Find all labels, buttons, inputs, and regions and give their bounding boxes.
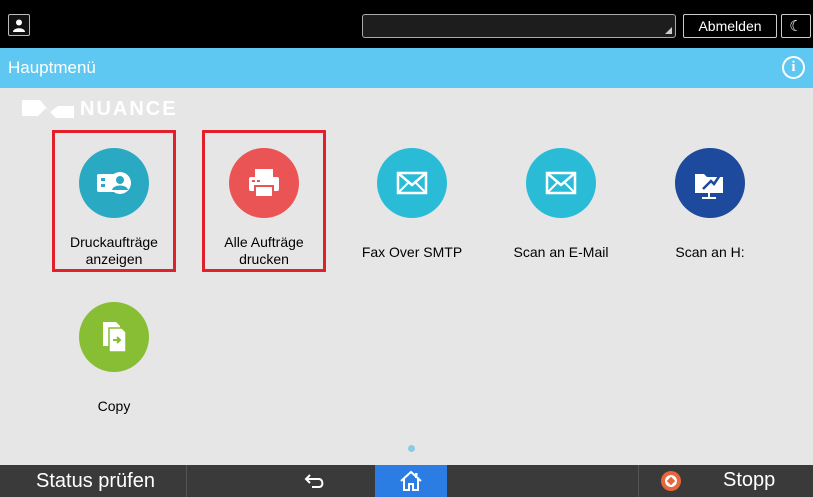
nuance-logo: NUANCE: [20, 94, 178, 124]
app-icon-circle: [377, 148, 447, 218]
app-label-line1: Scan an E-Mail: [513, 244, 609, 260]
home-button[interactable]: [375, 465, 447, 497]
app-label-line2: anzeigen: [85, 251, 143, 267]
home-icon: [400, 470, 422, 491]
app-icon-circle: [79, 302, 149, 372]
back-button[interactable]: [270, 465, 360, 497]
stop-label: Stopp: [723, 469, 776, 491]
app-icon-circle: [526, 148, 596, 218]
app-label-line1: Alle Aufträge: [224, 234, 304, 250]
app-scan-an-h[interactable]: Scan an H:: [650, 148, 770, 261]
page-title: Hauptmenü: [8, 58, 96, 77]
app-label: Fax Over SMTP: [352, 244, 472, 261]
app-label: Alle Aufträge drucken: [204, 234, 324, 268]
expand-corner-icon: [665, 27, 672, 34]
top-bar: Abmelden ☾: [0, 0, 813, 48]
logo-text: NUANCE: [80, 97, 178, 120]
app-label: Scan an E-Mail: [501, 244, 621, 261]
crescent-moon-icon: ☾: [789, 18, 803, 35]
energy-saver-button[interactable]: ☾: [781, 14, 811, 38]
bottom-bar: Status prüfen Stopp: [0, 465, 813, 497]
page-indicator-dot: [408, 445, 415, 452]
logout-button[interactable]: Abmelden: [683, 14, 777, 38]
app-druckauftraege-anzeigen[interactable]: Druckaufträge anzeigen: [54, 148, 174, 268]
app-label-line1: Copy: [97, 398, 131, 414]
app-scan-an-email[interactable]: Scan an E-Mail: [501, 148, 621, 261]
envelope-icon: [396, 171, 428, 195]
stop-button[interactable]: Stopp: [638, 465, 813, 497]
copy-icon: [103, 322, 127, 353]
app-label: Scan an H:: [650, 244, 770, 261]
user-icon: [13, 19, 25, 32]
app-fax-over-smtp[interactable]: Fax Over SMTP: [352, 148, 472, 261]
printer-icon: [249, 169, 279, 198]
nuance-logo-mark-icon: [22, 100, 74, 118]
user-button[interactable]: [8, 14, 30, 36]
stop-icon: [661, 471, 681, 491]
app-grid: NUANCE Druckaufträge anzeigen Alle Auftr…: [0, 88, 813, 465]
app-label-line1: Scan an H:: [675, 244, 745, 260]
folder-scan-icon: [695, 171, 724, 199]
app-copy[interactable]: Copy: [54, 302, 174, 415]
app-icon-circle: [79, 148, 149, 218]
check-status-button[interactable]: Status prüfen: [0, 465, 187, 497]
info-icon[interactable]: i: [782, 56, 805, 79]
app-label: Copy: [54, 398, 174, 415]
app-label-line1: Fax Over SMTP: [361, 244, 463, 260]
print-jobs-icon: [97, 172, 131, 194]
app-icon-circle: [675, 148, 745, 218]
header-bar: Hauptmenü i: [0, 48, 813, 88]
app-label-line2: drucken: [239, 251, 289, 267]
app-label-line1: Druckaufträge: [70, 234, 158, 250]
back-arrow-icon: [304, 474, 324, 488]
system-message-field[interactable]: [362, 14, 676, 38]
envelope-icon: [545, 171, 577, 195]
app-icon-circle: [229, 148, 299, 218]
app-alle-auftraege-drucken[interactable]: Alle Aufträge drucken: [204, 148, 324, 268]
app-label: Druckaufträge anzeigen: [54, 234, 174, 268]
